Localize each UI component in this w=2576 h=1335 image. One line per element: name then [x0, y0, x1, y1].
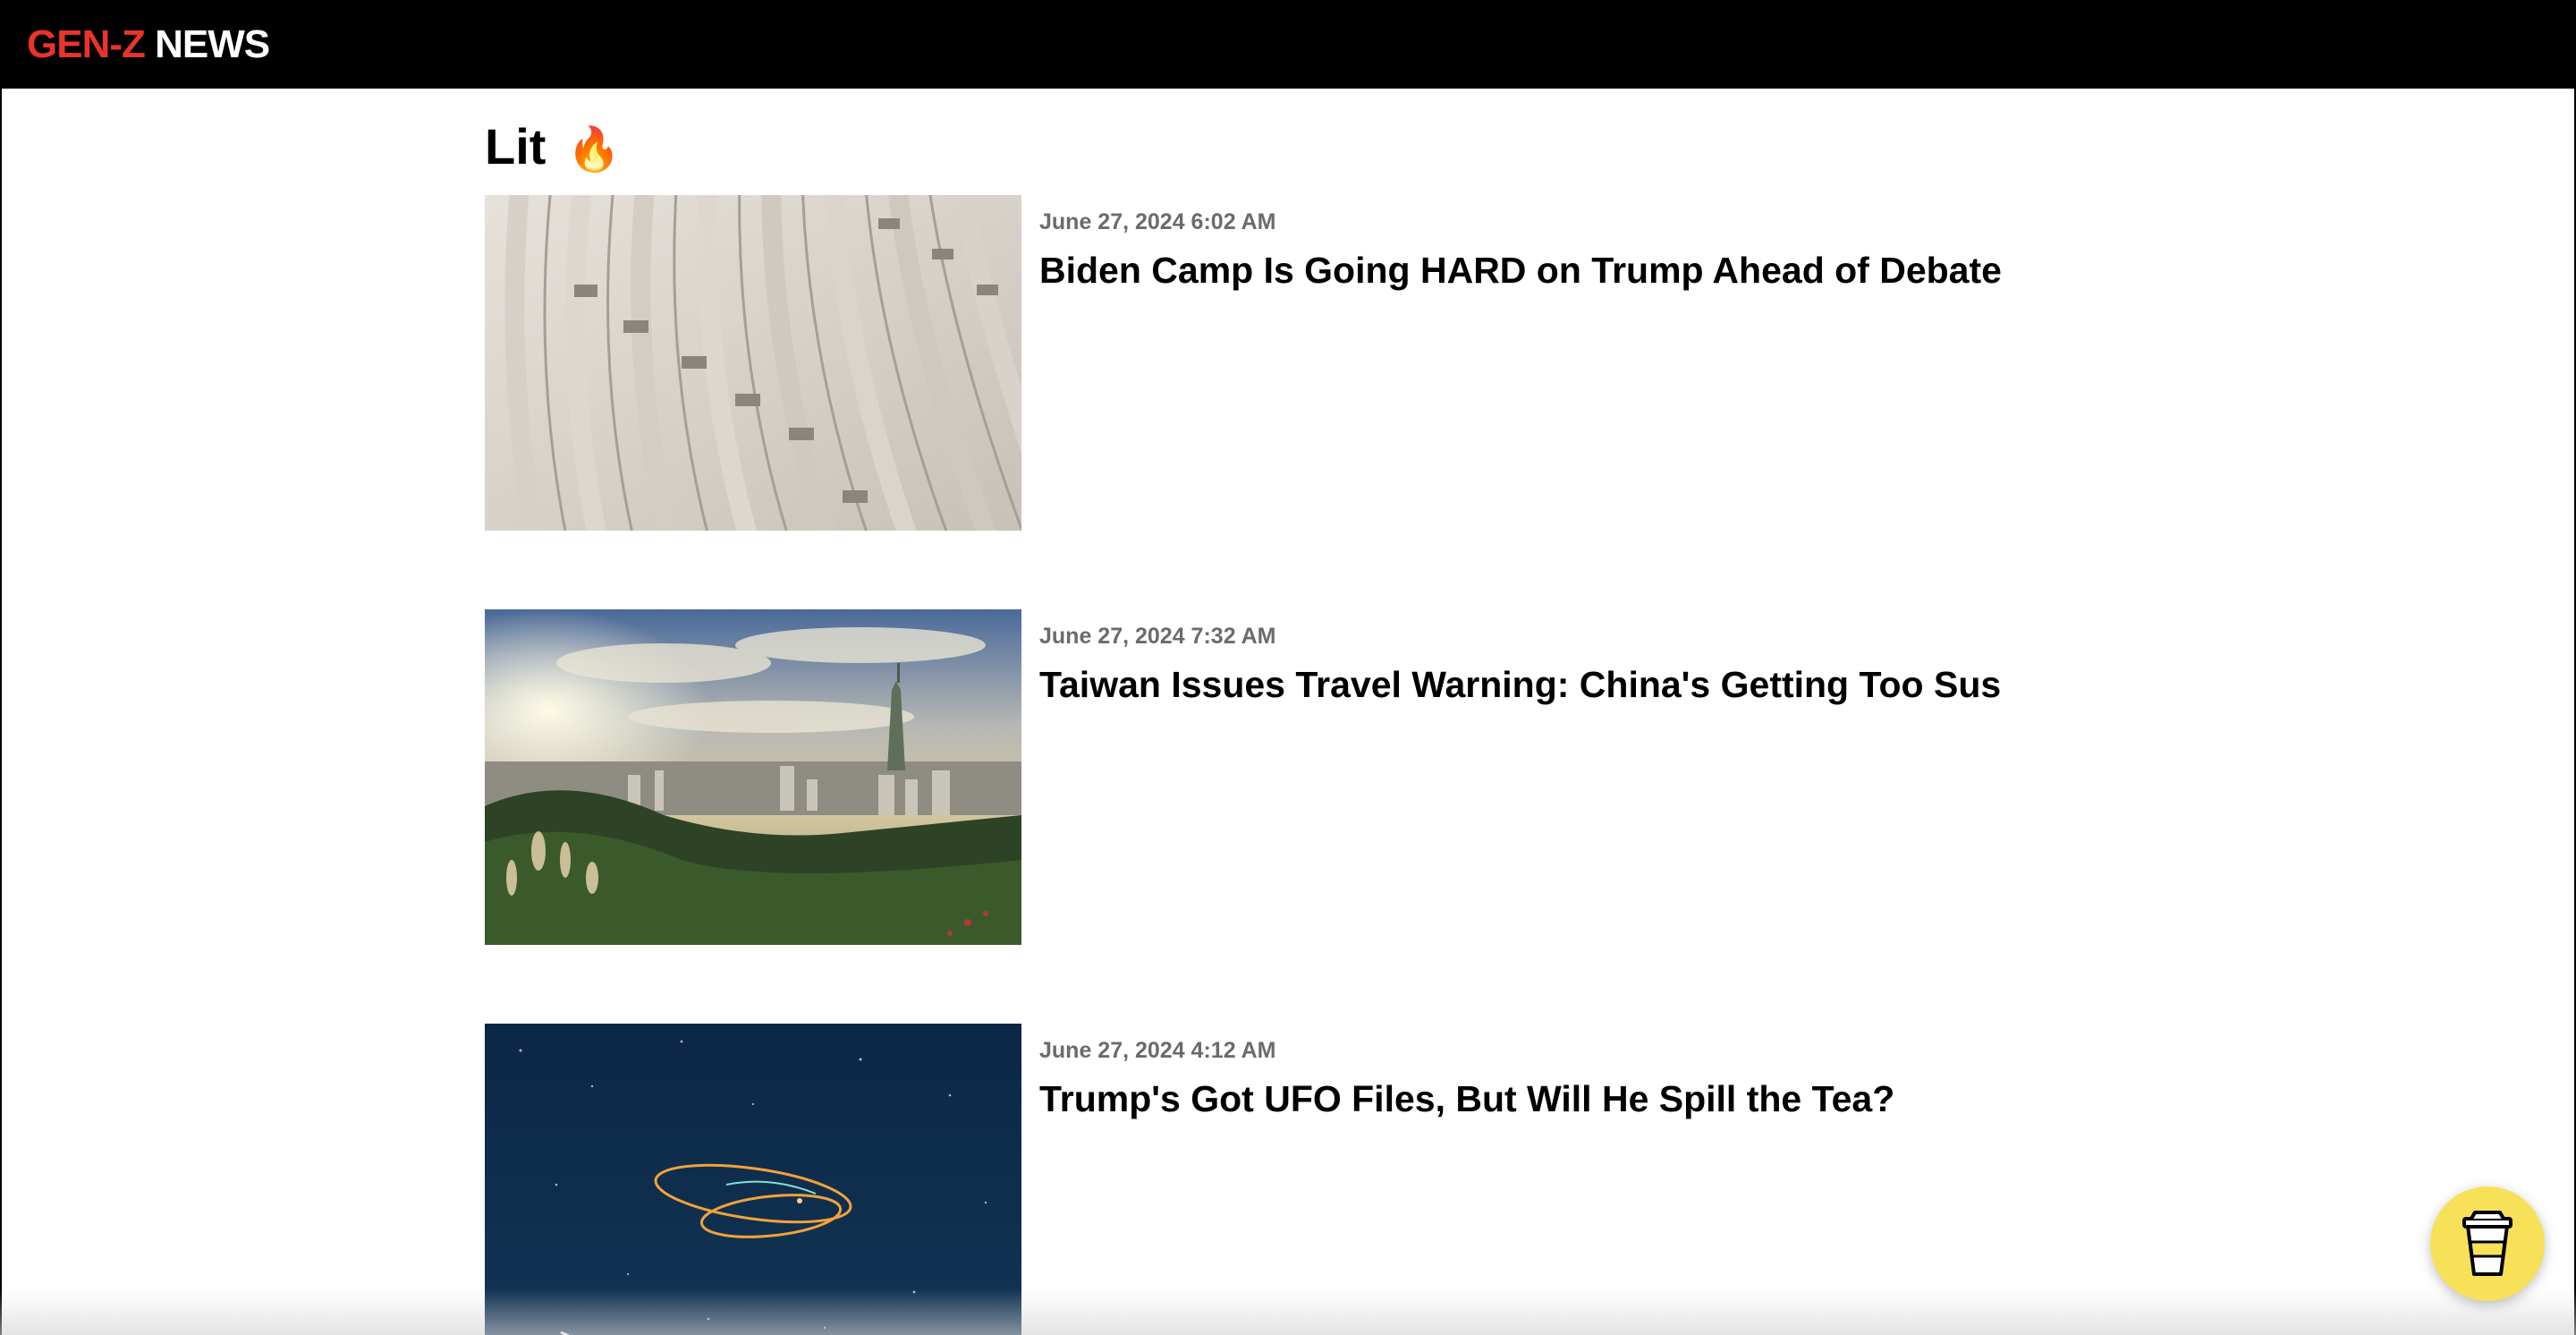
- fire-icon: 🔥: [566, 126, 621, 174]
- taipei-skyline-image[interactable]: [485, 609, 1021, 945]
- article-card[interactable]: June 27, 2024 6:02 AM Biden Camp Is Goin…: [485, 195, 2023, 531]
- coffee-cup-icon: [2462, 1211, 2512, 1276]
- article-headline[interactable]: Trump's Got UFO Files, But Will He Spill…: [1039, 1076, 1894, 1122]
- site-logo[interactable]: GEN-Z NEWS: [27, 20, 270, 70]
- article-card[interactable]: June 27, 2024 4:12 AM Trump's Got UFO Fi…: [485, 1024, 2023, 1335]
- article-headline[interactable]: Biden Camp Is Going HARD on Trump Ahead …: [1039, 247, 2002, 293]
- article-date: June 27, 2024 7:32 AM: [1039, 624, 1276, 649]
- article-date: June 27, 2024 4:12 AM: [1039, 1038, 1276, 1063]
- section-title-text: Lit: [485, 118, 547, 174]
- logo-gen-z: GEN-Z: [27, 22, 146, 66]
- article-headline[interactable]: Taiwan Issues Travel Warning: China's Ge…: [1039, 661, 2001, 708]
- stadium-seating-image[interactable]: [485, 195, 1021, 531]
- section-title: Lit 🔥: [485, 115, 621, 182]
- buy-me-a-coffee-button[interactable]: [2430, 1186, 2545, 1301]
- article-date: June 27, 2024 6:02 AM: [1039, 209, 1276, 234]
- logo-news: NEWS: [155, 22, 270, 66]
- top-navigation-bar: GEN-Z NEWS: [0, 0, 2576, 89]
- night-sky-light-trail-image[interactable]: [485, 1024, 1021, 1335]
- article-card[interactable]: June 27, 2024 7:32 AM Taiwan Issues Trav…: [485, 609, 2023, 945]
- main-content: Lit 🔥 June 27, 2024 6:02 AM Biden Camp I…: [2, 89, 2574, 1335]
